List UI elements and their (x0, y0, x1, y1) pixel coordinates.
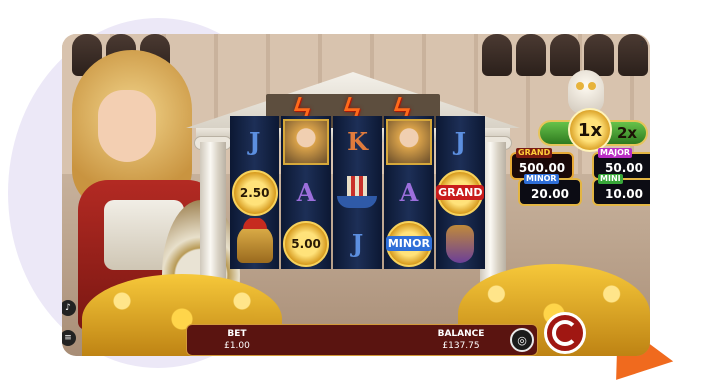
jackpot-grand-value: 500.00 (518, 161, 566, 175)
slot-game-window: ? ϟ ϟ ϟ J K J 2.50 A A GRAND 5.00 J MINO… (62, 34, 650, 356)
spartan-helmet-symbol (236, 218, 273, 263)
current-multiplier: 1x (568, 108, 612, 152)
athena-portrait-symbol (385, 118, 432, 165)
coin-stack-icon[interactable]: ◎ (510, 328, 534, 352)
minor-coin-symbol: MINOR (385, 220, 432, 267)
reel-cell: A (281, 167, 331, 218)
bet-balance-bar: BET £1.00 BALANCE £137.75 (186, 324, 538, 356)
letter-j-symbol: J (249, 127, 261, 156)
helmet-decoration (516, 34, 546, 76)
jackpot-mini-value: 10.00 (605, 187, 643, 201)
next-multiplier: 2x (616, 124, 638, 142)
reel-cell (230, 218, 280, 269)
jackpot-minor: MINOR 20.00 (518, 174, 582, 206)
jackpot-major-value: 50.00 (605, 161, 643, 175)
letter-k-symbol: K (347, 127, 368, 156)
balance-value: £137.75 (442, 341, 480, 351)
coin-value: 5.00 (291, 236, 321, 251)
reel-grid: J K J 2.50 A A GRAND 5.00 J MINOR (230, 116, 485, 269)
helmet-decoration (550, 34, 580, 76)
grand-coin-symbol: GRAND (436, 169, 485, 216)
letter-j-symbol: J (351, 229, 364, 258)
warrior-face (98, 90, 156, 162)
jackpot-grand-label: GRAND (516, 148, 553, 158)
reel-cell: A (384, 167, 434, 218)
reel-cell: J (435, 116, 485, 167)
jackpot-minor-value: 20.00 (531, 187, 569, 201)
reel-cell: MINOR (384, 218, 434, 269)
reel-cell: K (332, 116, 383, 167)
vase-symbol (446, 224, 475, 263)
spin-icon (552, 320, 578, 346)
coin-symbol: 2.50 (231, 169, 278, 216)
coin-value: 2.50 (239, 185, 270, 200)
jackpot-major-label: MAJOR (598, 148, 633, 158)
minor-label: MINOR (385, 236, 432, 251)
jackpot-mini: MINI 10.00 (592, 174, 650, 206)
athena-portrait-symbol (283, 118, 330, 165)
letter-a-symbol: A (399, 178, 419, 207)
reel-cell: 5.00 (281, 218, 331, 269)
bet-label: BET (227, 329, 247, 339)
letter-a-symbol: A (296, 178, 316, 207)
jackpot-minor-label: MINOR (524, 174, 559, 184)
reel-cell (384, 116, 434, 167)
reel-cell: J (332, 218, 383, 269)
grand-label: GRAND (436, 185, 485, 200)
reel-cell: 2.50 (230, 167, 280, 218)
spin-button[interactable] (544, 312, 586, 354)
screenshot-stage: ? ϟ ϟ ϟ J K J 2.50 A A GRAND 5.00 J MINO… (0, 0, 712, 391)
coin-symbol: 5.00 (283, 220, 330, 267)
bet-value[interactable]: £1.00 (197, 341, 277, 351)
letter-j-symbol: J (454, 127, 466, 156)
reel-cell: GRAND (435, 167, 485, 218)
help-icon[interactable]: ? (640, 40, 644, 49)
reel-cell: J (230, 116, 280, 167)
reel-cell (281, 116, 331, 167)
reel-cell (332, 167, 383, 218)
reel-cell (435, 218, 485, 269)
balance-label: BALANCE (437, 329, 485, 339)
jackpot-mini-label: MINI (598, 174, 623, 184)
ship-symbol (335, 175, 379, 210)
helmet-decoration (482, 34, 512, 76)
